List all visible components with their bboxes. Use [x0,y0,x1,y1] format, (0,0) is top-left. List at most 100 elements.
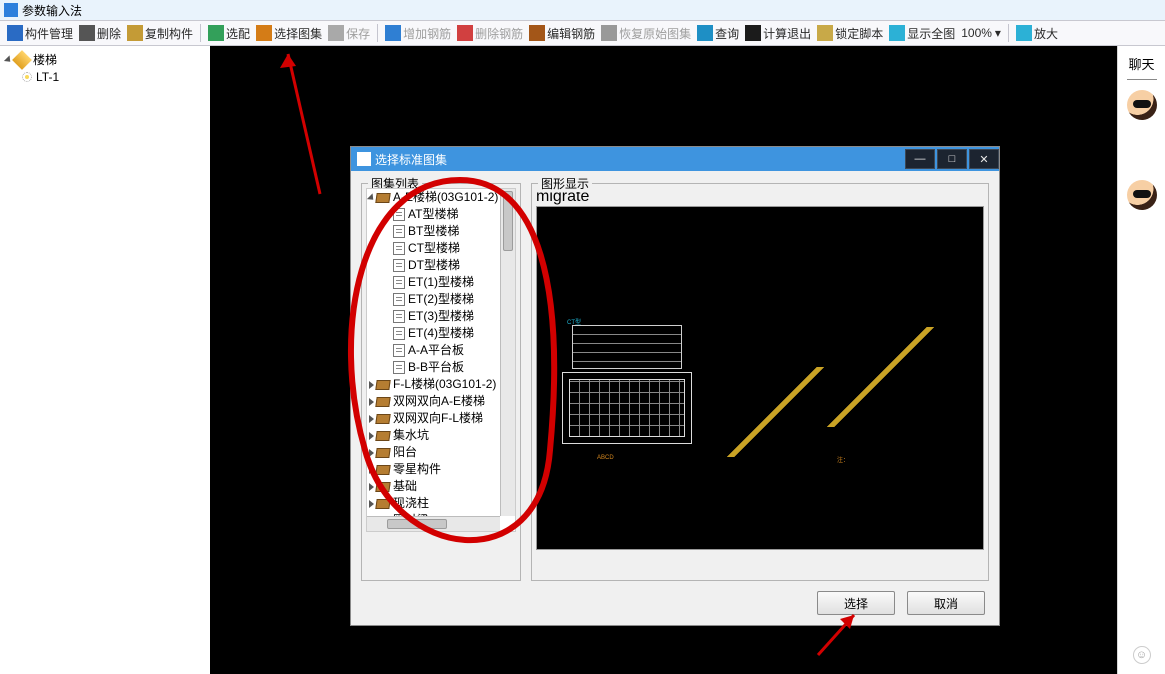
dialog-icon [357,152,371,166]
book-icon [375,380,390,390]
drawing-text: CT型 [567,317,581,326]
chat-panel: 聊天 ☺ [1117,46,1165,674]
atlas-tree[interactable]: A-E楼梯(03G101-2) AT型楼梯 BT型楼梯 CT型楼梯 DT型楼梯 … [366,188,516,532]
query-button[interactable]: 查询 [697,25,739,42]
minimize-button[interactable]: — [905,149,935,169]
select-button[interactable]: 选择 [817,591,895,615]
drawing-text: 注： [837,455,849,464]
caret-icon [369,449,374,457]
tree-child[interactable]: LT-1 [2,69,208,85]
book-icon [375,431,390,441]
delete-button[interactable]: 删除 [79,25,121,42]
vscrollbar[interactable] [500,189,515,516]
maximize-button[interactable]: □ [937,149,967,169]
gear-icon [208,25,224,41]
restore-icon [601,25,617,41]
avatar[interactable] [1127,90,1157,120]
scroll-thumb[interactable] [387,519,447,529]
del-rebar-button[interactable]: 删除钢筋 [457,25,523,42]
book-icon [256,25,272,41]
page-icon [393,310,405,323]
add-rebar-button[interactable]: 增加钢筋 [385,25,451,42]
tree-item[interactable]: B-B平台板 [367,359,515,376]
fx-icon [745,25,761,41]
book-icon [375,465,390,475]
tree-item[interactable]: ET(4)型楼梯 [367,325,515,342]
caret-icon [369,466,374,474]
page-icon [393,208,405,221]
tree-item[interactable]: ET(3)型楼梯 [367,308,515,325]
full-view-button[interactable]: 显示全图 [889,25,955,42]
tree-group[interactable]: 零星构件 [367,461,515,478]
tree-group[interactable]: 双网双向A-E楼梯 [367,393,515,410]
avatar[interactable] [1127,180,1157,210]
zoom-value[interactable]: 100%▾ [961,26,1001,40]
close-button[interactable]: ✕ [969,149,999,169]
emoji-icon[interactable]: ☺ [1133,646,1151,664]
tree-group[interactable]: 现浇柱 [367,495,515,512]
cancel-button[interactable]: 取消 [907,591,985,615]
config-button[interactable]: 选配 [208,25,250,42]
dialog-titlebar[interactable]: 选择标准图集 — □ ✕ [351,147,999,171]
zoom-in-icon [1016,25,1032,41]
drawing-stair [807,327,967,427]
tree-root[interactable]: 楼梯 [2,50,208,69]
restore-button[interactable]: 恢复原始图集 [601,25,691,42]
tree-group[interactable]: 基础 [367,478,515,495]
expand-icon [889,25,905,41]
tree-item[interactable]: ET(2)型楼梯 [367,291,515,308]
drawing-text: ABCD [597,455,614,461]
lock-icon [817,25,833,41]
drawing-table [572,325,682,369]
edit-rebar-button[interactable]: 编辑钢筋 [529,25,595,42]
lock-button[interactable]: 锁定脚本 [817,25,883,42]
caret-icon [369,500,374,508]
separator [200,24,201,42]
main-toolbar: 构件管理 删除 复制构件 选配 选择图集 保存 增加钢筋 删除钢筋 编辑钢筋 恢… [0,20,1165,46]
caret-icon [369,483,374,491]
save-button[interactable]: 保存 [328,25,370,42]
preview-canvas[interactable]: CT型 ABCD 注： [536,206,984,550]
dialog-title: 选择标准图集 [375,151,447,168]
tree-group[interactable]: 双网双向F-L楼梯 [367,410,515,427]
page-icon [393,242,405,255]
search-icon [697,25,713,41]
copy-button[interactable]: 复制构件 [127,25,193,42]
preview-panel: migrate 图形显示 CT型 ABCD 注： [531,183,989,581]
dialog-footer: 选择 取消 [351,581,999,625]
save-icon [328,25,344,41]
caret-icon [369,398,374,406]
title-bar: 参数输入法 [0,0,1165,20]
book-icon [375,414,390,424]
app-icon [4,3,18,17]
tree-item[interactable]: A-A平台板 [367,342,515,359]
zoom-in-button[interactable]: 放大 [1016,25,1058,42]
tree-group[interactable]: 阳台 [367,444,515,461]
minus-icon [457,25,473,41]
nav-tree: 楼梯 LT-1 [0,46,210,674]
select-atlas-button[interactable]: 选择图集 [256,25,322,42]
tree-item[interactable]: ET(1)型楼梯 [367,274,515,291]
tree-child-label: LT-1 [36,70,59,84]
page-icon [393,344,405,357]
page-icon [393,259,405,272]
tree-group[interactable]: A-E楼梯(03G101-2) [367,189,515,206]
list-panel: 图集列表 A-E楼梯(03G101-2) AT型楼梯 BT型楼梯 CT型楼梯 D… [361,183,521,581]
tree-group[interactable]: 集水坑 [367,427,515,444]
tree-item[interactable]: AT型楼梯 [367,206,515,223]
manage-button[interactable]: 构件管理 [7,25,73,42]
copy-icon [127,25,143,41]
stairs-icon [12,50,32,70]
scroll-thumb[interactable] [503,191,513,251]
page-icon [393,361,405,374]
caret-icon [369,415,374,423]
tree-item[interactable]: DT型楼梯 [367,257,515,274]
tree-group[interactable]: F-L楼梯(03G101-2) [367,376,515,393]
tree-item[interactable]: BT型楼梯 [367,223,515,240]
caret-icon [369,432,374,440]
node-icon [22,72,32,82]
book-icon [375,499,390,509]
calc-button[interactable]: 计算退出 [745,25,811,42]
tree-item[interactable]: CT型楼梯 [367,240,515,257]
hscrollbar[interactable] [367,516,500,531]
